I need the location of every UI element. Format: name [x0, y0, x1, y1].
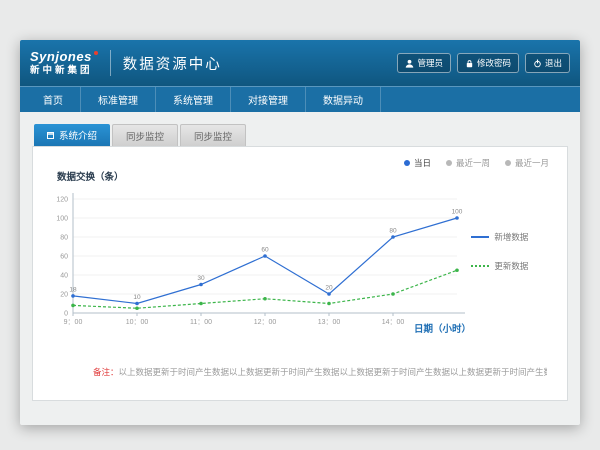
note-text: 以上数据更新于时间产生数据以上数据更新于时间产生数据以上数据更新于时间产生数据以…	[119, 367, 547, 377]
tab-label: 同步监控	[194, 129, 232, 143]
filter-today[interactable]: 当日	[404, 157, 431, 169]
logo-accent-dot	[94, 51, 98, 55]
logo: Synjones 新中新集团	[30, 50, 98, 77]
user-icon	[405, 59, 414, 68]
logout-label: 退出	[545, 57, 562, 69]
note-label: 备注：	[93, 367, 119, 377]
app-header: Synjones 新中新集团 数据资源中心 管理员 修改密码	[20, 40, 580, 86]
chart-legend: 新增数据 更新数据	[471, 185, 557, 335]
logout-button[interactable]: 退出	[525, 53, 570, 73]
svg-text:11：00: 11：00	[190, 319, 212, 326]
chart-row: 0 20 40 60 80 100 120 9：00 10：00 11：00 12：00 13：00 1…	[43, 185, 557, 335]
svg-text:9：00: 9：00	[64, 319, 83, 326]
app-window: Synjones 新中新集团 数据资源中心 管理员 修改密码	[20, 40, 580, 425]
period-filters: 当日 最近一周 最近一月	[404, 157, 549, 169]
header-actions: 管理员 修改密码 退出	[397, 53, 570, 73]
power-icon	[533, 59, 542, 68]
legend-item-new-data: 新增数据	[471, 231, 557, 243]
svg-text:12：00: 12：00	[254, 319, 277, 326]
filter-label: 当日	[414, 157, 431, 169]
legend-line-sample	[471, 265, 489, 267]
grid-icon	[47, 132, 54, 139]
tab-system-intro[interactable]: 系统介绍	[34, 124, 110, 146]
svg-text:60: 60	[261, 247, 269, 254]
svg-text:80: 80	[60, 235, 68, 242]
filter-label: 最近一月	[515, 157, 549, 169]
svg-text:10: 10	[133, 294, 141, 301]
filter-last-week[interactable]: 最近一周	[446, 157, 490, 169]
legend-line-sample	[471, 236, 489, 238]
svg-text:20: 20	[60, 292, 68, 299]
tab-label: 系统介绍	[59, 128, 97, 142]
svg-text:40: 40	[60, 273, 68, 280]
change-password-button[interactable]: 修改密码	[457, 53, 519, 73]
svg-text:30: 30	[197, 275, 205, 282]
filter-dot	[505, 160, 511, 166]
content-area: 系统介绍 同步监控 同步监控 当日 最近一周	[20, 112, 580, 425]
filter-dot	[446, 160, 452, 166]
svg-text:20: 20	[325, 285, 333, 292]
nav-item-home[interactable]: 首页	[26, 87, 81, 112]
svg-text:100: 100	[452, 209, 463, 216]
nav-item-integration-mgmt[interactable]: 对接管理	[231, 87, 306, 112]
svg-text:80: 80	[389, 228, 397, 235]
svg-text:14：00: 14：00	[382, 319, 405, 326]
legend-label: 更新数据	[494, 260, 528, 272]
user-menu-button[interactable]: 管理员	[397, 53, 451, 73]
lock-icon	[465, 59, 474, 68]
tab-sync-monitor-2[interactable]: 同步监控	[180, 124, 246, 146]
filter-last-month[interactable]: 最近一月	[505, 157, 549, 169]
main-nav: 首页 标准管理 系统管理 对接管理 数据异动	[20, 86, 580, 112]
logo-subtitle: 新中新集团	[30, 66, 98, 76]
legend-label: 新增数据	[494, 231, 528, 243]
app-title: 数据资源中心	[123, 53, 222, 74]
logo-text: Synjones	[30, 49, 92, 64]
svg-text:13：00: 13：00	[318, 319, 341, 326]
data-exchange-line-chart: 0 20 40 60 80 100 120 9：00 10：00 11：00 12：00 13：00 1…	[43, 185, 471, 335]
change-password-label: 修改密码	[477, 57, 511, 69]
svg-text:120: 120	[56, 197, 68, 204]
filter-label: 最近一周	[456, 157, 490, 169]
svg-text:10：00: 10：00	[126, 319, 149, 326]
chart-panel: 当日 最近一周 最近一月 数据交换（条） 0 20 40 60 80 100 120 9：00…	[32, 146, 568, 401]
y-axis-title: 数据交换（条）	[57, 169, 557, 183]
footnote: 备注：以上数据更新于时间产生数据以上数据更新于时间产生数据以上数据更新于时间产生…	[93, 366, 547, 378]
tab-bar: 系统介绍 同步监控 同步监控	[34, 124, 568, 146]
svg-text:100: 100	[56, 216, 68, 223]
user-menu-label: 管理员	[417, 57, 443, 69]
tab-sync-monitor-1[interactable]: 同步监控	[112, 124, 178, 146]
legend-item-updated-data: 更新数据	[471, 260, 557, 272]
x-axis-title: 日期（小时）	[414, 321, 471, 335]
svg-text:60: 60	[60, 254, 68, 261]
filter-dot	[404, 160, 410, 166]
svg-text:0: 0	[64, 311, 68, 318]
tab-label: 同步监控	[126, 129, 164, 143]
nav-item-standard-mgmt[interactable]: 标准管理	[81, 87, 156, 112]
svg-text:18: 18	[69, 286, 77, 293]
nav-item-data-change[interactable]: 数据异动	[306, 87, 381, 112]
header-divider	[110, 50, 111, 76]
nav-item-system-mgmt[interactable]: 系统管理	[156, 87, 231, 112]
